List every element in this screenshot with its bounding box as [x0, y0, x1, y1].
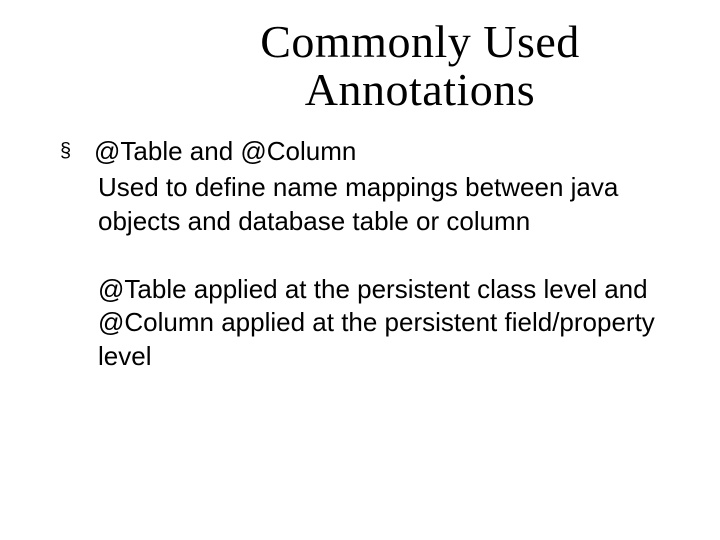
bullet-item: § @Table and @Column: [60, 135, 690, 168]
bullet-heading: @Table and @Column: [94, 135, 356, 168]
bullet-paragraph-1: Used to define name mappings between jav…: [98, 171, 658, 239]
bullet-paragraph-2: @Table applied at the persistent class l…: [98, 273, 690, 374]
bullet-marker: §: [60, 135, 76, 163]
slide-title: Commonly Used Annotations: [170, 18, 670, 115]
slide-body: § @Table and @Column Used to define name…: [30, 135, 690, 374]
